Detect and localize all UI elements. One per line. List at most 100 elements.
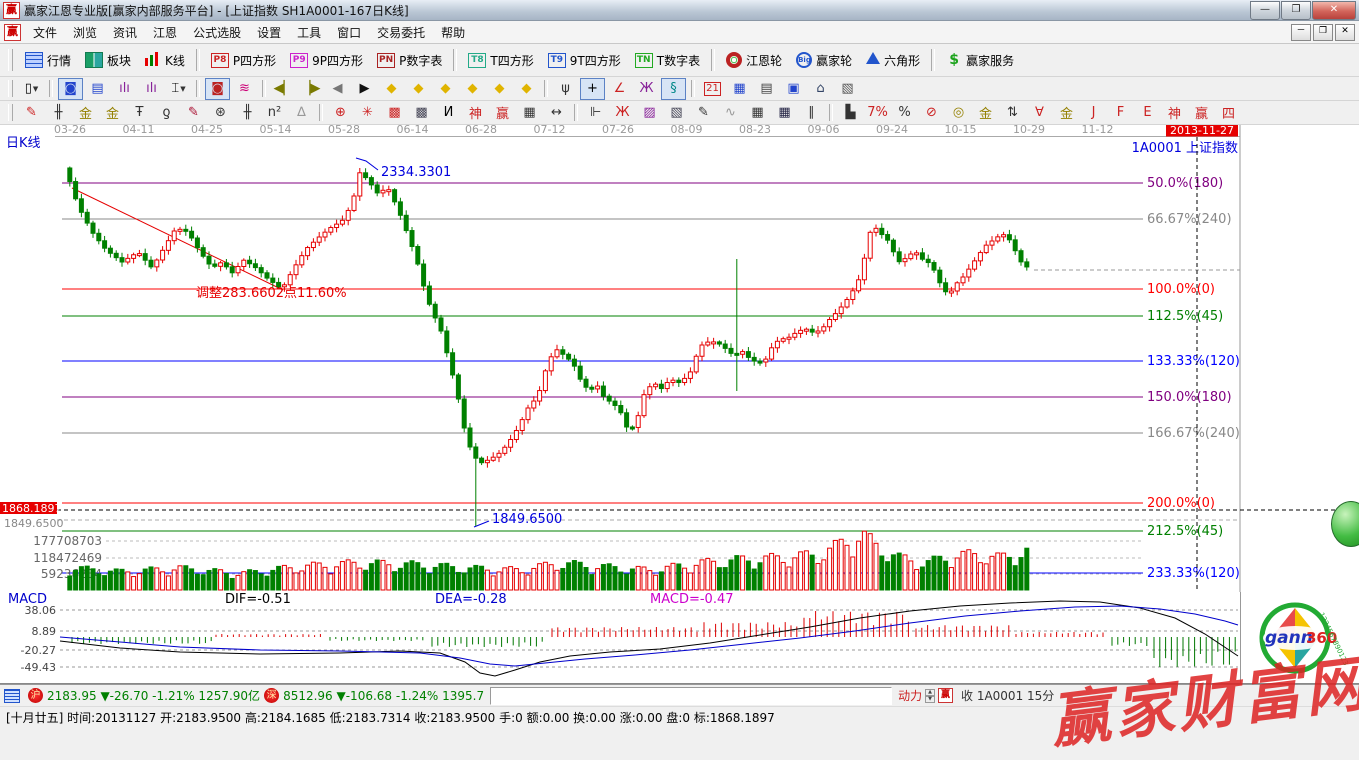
level-bars[interactable]: ▙ [838,102,863,124]
menu-帮助[interactable]: 帮助 [433,22,473,43]
comb-2[interactable]: ╫ [235,102,260,124]
win-angle[interactable]: 赢 [1189,102,1214,124]
shade-box-2[interactable]: ▧ [664,102,689,124]
grid-comb[interactable]: ╫ [46,102,71,124]
toolbar-行情[interactable]: 行情 [18,46,78,74]
toolbar-K线[interactable]: K线 [138,46,192,74]
toolbar-六角形[interactable]: 六角形 [859,46,927,74]
zoom-shrink-all[interactable]: ◆ [460,78,485,100]
menu-窗口[interactable]: 窗口 [329,22,369,43]
menu-浏览[interactable]: 浏览 [65,22,105,43]
f-angle[interactable]: F [1108,102,1133,124]
info-panel[interactable]: ▤ [85,78,110,100]
restore-button[interactable]: ❐ [1281,1,1311,20]
draw-pen[interactable]: ✎ [19,102,44,124]
calendar-tool[interactable]: 21 [700,78,725,100]
mdi-button-2[interactable]: ✕ [1335,24,1355,41]
toolbar-赢家轮[interactable]: Big赢家轮 [789,46,859,74]
menu-交易委托[interactable]: 交易委托 [369,22,433,43]
kline-chart-area[interactable]: 03-2604-1104-2505-1405-2806-1406-2807-12… [0,125,1359,592]
angle-a[interactable]: ∆ [289,102,314,124]
win-tool[interactable]: 赢 [490,102,515,124]
menu-工具[interactable]: 工具 [289,22,329,43]
matrix-2[interactable]: ▦ [772,102,797,124]
pattern-search[interactable]: ◙ [205,78,230,100]
last-bar[interactable]: ▕▶ [298,78,323,100]
angle-measure-tool[interactable]: ∠ [607,78,632,100]
first-bar[interactable]: ◀▏ [271,78,296,100]
toolbar-T四方形[interactable]: T8T四方形 [461,46,540,74]
calculator-tool[interactable]: ▦ [727,78,752,100]
pct[interactable]: % [892,102,917,124]
net-tool[interactable]: ⌂ [808,78,833,100]
bars-9-tool[interactable]: ılı [139,78,164,100]
mdi-button-0[interactable]: － [1291,24,1311,41]
minimize-button[interactable]: — [1250,1,1280,20]
ray-fan[interactable]: Ж [610,102,635,124]
shen-angle[interactable]: 神 [1162,102,1187,124]
gann-box-2[interactable]: ▩ [409,102,434,124]
matrix-1[interactable]: ▦ [745,102,770,124]
menu-资讯[interactable]: 资讯 [105,22,145,43]
period-indicator[interactable]: 收 1A0001 15分 [961,687,1054,704]
four-angle[interactable]: 四 [1216,102,1241,124]
crosshair-tool[interactable]: + [580,78,605,100]
zoom-expand-h[interactable]: ◆ [433,78,458,100]
pct-strike[interactable]: 7% [865,102,890,124]
gold-angle[interactable]: 金 [1054,102,1079,124]
candle-style-dropdown[interactable]: ⌶▼ [166,78,191,100]
line-pen[interactable]: ✎ [691,102,716,124]
notes-tool[interactable]: ▤ [754,78,779,100]
gold-circle[interactable]: ◎ [946,102,971,124]
zoom-full[interactable]: ◆ [514,78,539,100]
macd-panel[interactable]: 38.068.89-20.27-49.43MACDDIF=-0.51DEA=-0… [0,592,1359,684]
av-angle[interactable]: ∀ [1027,102,1052,124]
cycle-circle[interactable]: ⊛ [208,102,233,124]
toolbar-P四方形[interactable]: P8P四方形 [204,46,283,74]
command-input[interactable] [490,687,892,705]
market-grid-icon[interactable] [4,689,20,703]
mdi-button-1[interactable]: ❐ [1313,24,1333,41]
frame-tool[interactable]: ⊩ [583,102,608,124]
grid-123[interactable]: ▦ [517,102,542,124]
toolbar-赢家服务[interactable]: $赢家服务 [939,46,1021,74]
gold-ratio-1[interactable]: 金 [73,102,98,124]
period-spinner[interactable]: ▲▼ [925,689,935,703]
zoom-area-tool[interactable]: ◙ [58,78,83,100]
menu-江恩[interactable]: 江恩 [145,22,185,43]
menu-文件[interactable]: 文件 [25,22,65,43]
zoom-expand-all[interactable]: ◆ [487,78,512,100]
menu-设置[interactable]: 设置 [249,22,289,43]
pen-ruler[interactable]: ✎ [181,102,206,124]
save-tool[interactable]: ▣ [781,78,806,100]
circle-cross[interactable]: ⊕ [328,102,353,124]
parallel-lines[interactable]: ∥ [799,102,824,124]
k-mark[interactable]: И [436,102,461,124]
gold-ratio-2[interactable]: 金 [100,102,125,124]
bars-3-tool[interactable]: ılı [112,78,137,100]
shade-box[interactable]: ▨ [637,102,662,124]
toolbar-9P四方形[interactable]: P99P四方形 [283,46,370,74]
toolbar-T数字表[interactable]: TNT数字表 [628,46,707,74]
gann-fan-tool[interactable]: Ж [634,78,659,100]
gold-line[interactable]: 金 [973,102,998,124]
kline-style-dropdown[interactable]: ▯▼ [19,78,44,100]
zoom-shrink-x[interactable]: ◆ [379,78,404,100]
spiral-tool[interactable]: ƍ [154,102,179,124]
gann-web[interactable]: ✳ [355,102,380,124]
volume-profile[interactable]: ≋ [232,78,257,100]
toolbar-9T四方形[interactable]: T99T四方形 [541,46,628,74]
fib-time[interactable]: Ŧ [127,102,152,124]
zoom-expand-x[interactable]: ◆ [406,78,431,100]
zigzag-tool[interactable]: ∿ [718,102,743,124]
toolbar-P数字表[interactable]: PNP数字表 [370,46,449,74]
pct-line[interactable]: ⊘ [919,102,944,124]
j-angle[interactable]: J [1081,102,1106,124]
menu-公式选股[interactable]: 公式选股 [185,22,249,43]
square-of-n[interactable]: n² [262,102,287,124]
close-button[interactable]: ✕ [1312,1,1356,20]
next-bar[interactable]: ▶ [352,78,377,100]
wave-tool[interactable]: § [661,78,686,100]
toolbar-江恩轮[interactable]: 江恩轮 [719,46,789,74]
gann-box[interactable]: ▩ [382,102,407,124]
